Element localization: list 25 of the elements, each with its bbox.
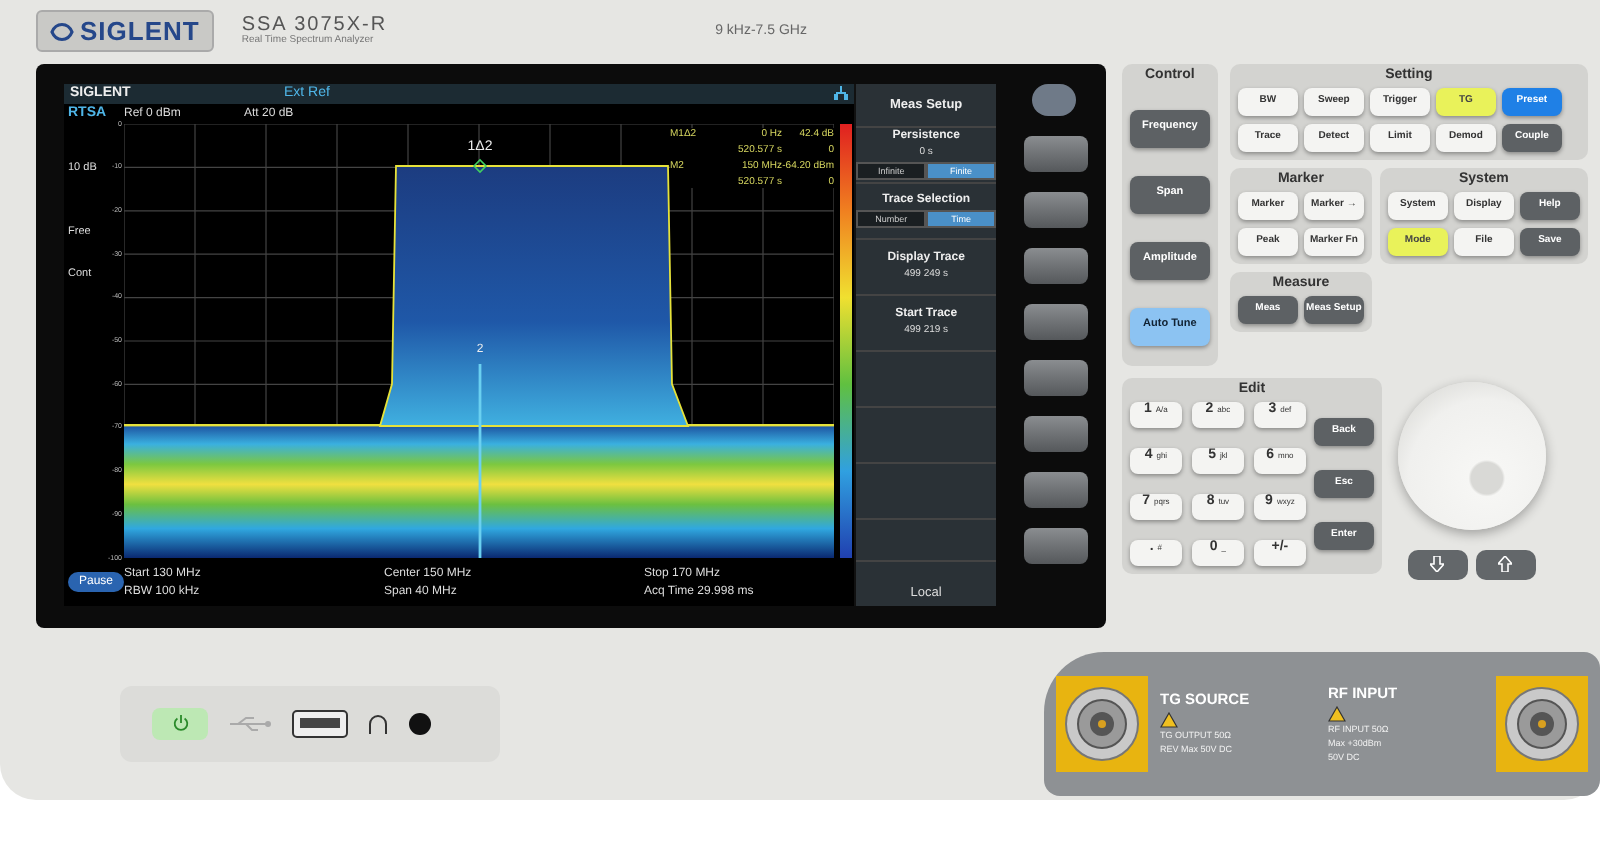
network-icon [834,86,849,101]
warning-icon [1328,705,1346,722]
softkey[interactable] [1024,135,1088,172]
softkey[interactable] [1024,247,1088,284]
softkey[interactable] [1024,527,1088,564]
power-icon [171,714,189,733]
model-name: SSA 3075X-R [241,16,388,37]
down-arrow-key[interactable] [1407,549,1468,580]
warning-icon [1160,712,1178,729]
up-arrow-key[interactable] [1475,549,1536,580]
brand-logo: SIGLENT [80,16,200,47]
usb-icon [228,715,272,732]
logo-icon [50,21,74,42]
up-arrow-icon [1498,556,1513,573]
softkey[interactable] [1024,191,1088,228]
softkey[interactable] [1024,471,1088,508]
headphone-icon [368,713,388,734]
power-button[interactable] [152,707,208,740]
softkey[interactable] [1024,359,1088,396]
softkey[interactable] [1024,415,1088,452]
down-arrow-icon [1430,556,1445,573]
softkey[interactable] [1032,83,1076,116]
softkey[interactable] [1024,303,1088,340]
usb-port-icon [292,709,348,738]
audio-jack-icon [408,711,432,736]
